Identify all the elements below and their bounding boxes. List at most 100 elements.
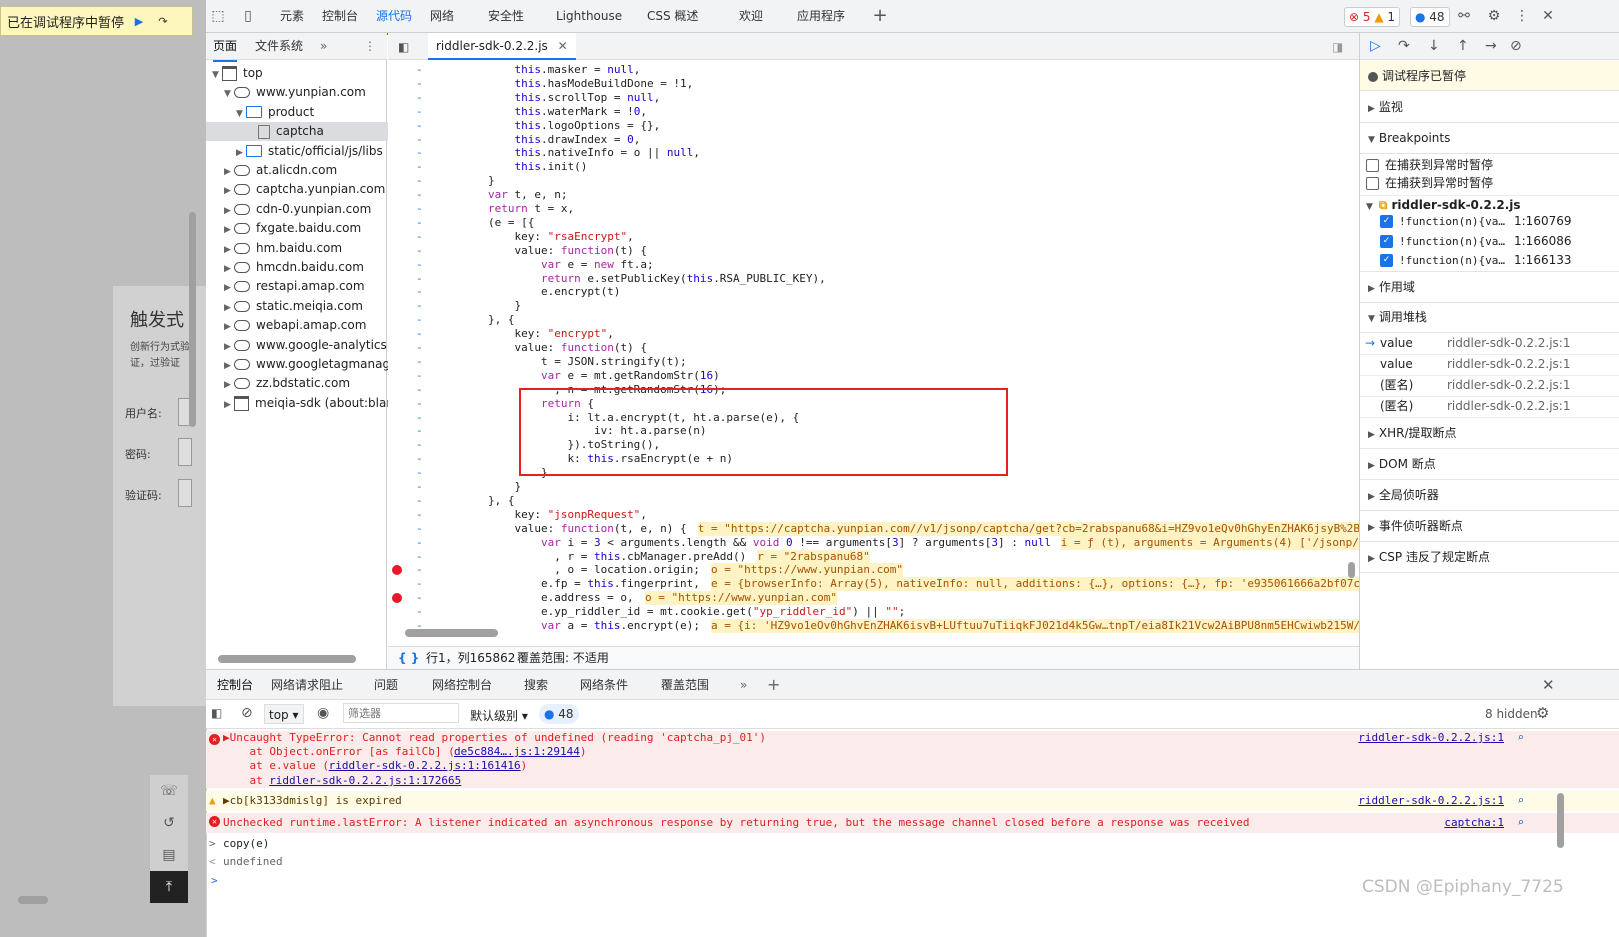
tab-5[interactable]: Lighthouse — [556, 0, 622, 33]
clear-console-icon[interactable]: ⊘ — [241, 705, 253, 721]
caret-down-icon[interactable]: ▼ — [236, 105, 246, 122]
caret-right-icon[interactable]: ▶ — [224, 396, 234, 413]
resume-icon[interactable]: ▶ — [130, 13, 148, 29]
message-count-badge[interactable]: ● 48 — [539, 704, 579, 724]
message-source-link[interactable]: riddler-sdk-0.2.2.js:1 — [1358, 791, 1504, 811]
back-to-top-icon[interactable]: ⤒ — [150, 871, 188, 903]
more-drawer-tabs-icon[interactable]: » — [740, 670, 747, 700]
tab-1[interactable]: 控制台 — [322, 0, 358, 33]
tree-item[interactable]: ▼ top — [206, 64, 393, 83]
section-csp[interactable]: ▶ CSP 违反了规定断点 — [1360, 542, 1619, 573]
callstack-frame[interactable]: value riddler-sdk-0.2.2.js:1 — [1360, 354, 1619, 376]
search-icon[interactable]: ⌕ — [1517, 731, 1524, 745]
tab-pages[interactable]: 页面 — [213, 33, 238, 62]
close-drawer-icon[interactable]: ✕ — [1542, 670, 1555, 700]
source-link[interactable]: riddler-sdk-0.2.2.js:1:172665 — [269, 774, 461, 787]
source-link[interactable]: de5c884….js:1:29144 — [454, 745, 580, 758]
tab-2[interactable]: 源代码 — [376, 0, 413, 35]
caret-right-icon[interactable]: ▶ — [224, 357, 234, 374]
tree-item[interactable]: ▶ www.googletagmanager.com — [206, 355, 405, 374]
tree-item[interactable]: ▶ webapi.amap.com — [206, 316, 405, 335]
eye-icon[interactable]: ◉ — [317, 705, 329, 721]
tree-item[interactable]: ▶ static.meiqia.com — [206, 297, 405, 316]
editor-vscroll[interactable] — [1348, 562, 1355, 578]
section-xhr[interactable]: ▶ XHR/提取断点 — [1360, 418, 1619, 449]
code-editor[interactable]: - this.masker = null, - this.hasModeBuild… — [388, 60, 1359, 646]
caret-right-icon[interactable]: ▶ — [224, 241, 234, 258]
tree-item[interactable]: ▶ www.google-analytics.com — [206, 336, 405, 355]
caret-down-icon[interactable]: ▼ — [224, 85, 234, 102]
search-icon[interactable]: ⌕ — [1517, 813, 1524, 833]
console-message[interactable]: ▲ ▶cb[k3133dmislg] is expired riddler-sdk-… — [206, 791, 1619, 811]
breakpoint-item[interactable]: ✓ !function(n){va… 1:166133 — [1360, 251, 1619, 270]
tab-8[interactable]: 应用程序 — [797, 0, 845, 33]
drawer-tab-1[interactable]: 网络请求阻止 — [271, 670, 343, 700]
kebab-menu-icon[interactable]: ⋮ — [1514, 9, 1530, 23]
tree-item[interactable]: ▶ static/official/js/libs — [206, 142, 417, 161]
console-message[interactable]: > copy(e) — [206, 835, 1619, 853]
message-source-link[interactable]: captcha:1 — [1444, 813, 1504, 833]
pretty-print-icon[interactable]: { } — [398, 647, 419, 669]
checkbox[interactable] — [1366, 177, 1379, 190]
breakpoint-marker[interactable] — [392, 593, 402, 604]
section-watch[interactable]: ▶ 监视 — [1360, 92, 1619, 123]
editor-hscroll[interactable] — [405, 629, 498, 637]
more-tabs-icon[interactable]: + — [872, 7, 888, 25]
breakpoint-marker[interactable] — [392, 565, 402, 576]
page-scrollbar[interactable] — [189, 212, 196, 427]
breakpoint-item[interactable]: ✓ !function(n){va… 1:160769 — [1360, 212, 1619, 231]
tab-filesystem[interactable]: 文件系统 — [255, 33, 303, 60]
captcha-field[interactable] — [178, 479, 192, 507]
drawer-tab-5[interactable]: 网络条件 — [580, 670, 628, 700]
add-tab-icon[interactable]: + — [767, 670, 780, 700]
callstack-frame[interactable]: (匿名) riddler-sdk-0.2.2.js:1 — [1360, 375, 1619, 397]
console-message[interactable]: < undefined — [206, 853, 1619, 871]
connect-icon[interactable]: ⚯ — [1456, 9, 1472, 23]
console-message[interactable]: ✕ ▶Uncaught TypeError: Cannot read proper… — [206, 731, 1619, 745]
tab-file[interactable]: riddler-sdk-0.2.2.js ✕ — [428, 33, 576, 60]
checkbox[interactable] — [1366, 159, 1379, 172]
error-badge[interactable]: ⊗ 5 ▲ 1 — [1344, 7, 1401, 27]
pause-on-caught[interactable]: 在捕获到异常时暂停 — [1360, 156, 1619, 175]
step-out-icon[interactable]: ↑ — [1457, 38, 1469, 54]
support-icon[interactable]: ↺ — [150, 807, 188, 839]
step-over-icon[interactable]: ↷ — [154, 13, 172, 29]
drawer-tab-2[interactable]: 问题 — [374, 670, 398, 700]
checkbox[interactable]: ✓ — [1380, 234, 1393, 248]
console-message[interactable]: at Object.onError [as failCb] (de5c884….… — [206, 745, 1619, 759]
step-over-icon[interactable]: ↷ — [1398, 38, 1410, 54]
caret-right-icon[interactable]: ▶ — [236, 144, 246, 161]
console-vscroll[interactable] — [1557, 793, 1564, 848]
toggle-navigator-icon[interactable]: ◧ — [398, 40, 409, 54]
gear-icon[interactable]: ⚙ — [1486, 9, 1502, 23]
checkbox[interactable]: ✓ — [1380, 215, 1393, 228]
toggle-debugger-icon[interactable]: ◨ — [1332, 40, 1343, 54]
console-message[interactable]: ✕ Unchecked runtime.lastError: A listener… — [206, 813, 1619, 833]
nav-menu-icon[interactable]: ⋮ — [364, 33, 376, 60]
tab-0[interactable]: 元素 — [280, 0, 304, 33]
console-message[interactable]: at riddler-sdk-0.2.2.js:1:172665 — [206, 773, 1619, 788]
context-select[interactable]: top ▾ — [264, 704, 304, 724]
pause-on-uncaught[interactable]: 在捕获到异常时暂停 — [1360, 174, 1619, 193]
breakpoint-item[interactable]: ✓ !function(n){va… 1:166086 — [1360, 232, 1619, 251]
caret-right-icon[interactable]: ▶ — [224, 260, 234, 277]
tree-item[interactable]: ▼ www.yunpian.com — [206, 83, 405, 102]
caret-down-icon[interactable]: ▼ — [212, 66, 222, 83]
tree-item[interactable]: ▶ meiqia-sdk (about:blank) — [206, 394, 405, 413]
caret-right-icon[interactable]: ▶ — [224, 182, 234, 199]
callstack-frame[interactable]: (匿名) riddler-sdk-0.2.2.js:1 — [1360, 396, 1619, 418]
callstack-frame[interactable]: → value riddler-sdk-0.2.2.js:1 — [1360, 333, 1619, 355]
drawer-tab-4[interactable]: 搜索 — [524, 670, 548, 700]
tree-item[interactable]: ▼ product — [206, 103, 417, 122]
tree-item[interactable]: ▶ zz.bdstatic.com — [206, 374, 405, 393]
step-into-icon[interactable]: ↓ — [1428, 38, 1440, 54]
filter-input[interactable] — [343, 703, 459, 723]
tree-item[interactable]: ▶ cdn-0.yunpian.com — [206, 200, 405, 219]
drawer-tab-0[interactable]: 控制台 — [217, 670, 254, 702]
caret-right-icon[interactable]: ▶ — [224, 376, 234, 393]
tree-item[interactable]: ▶ hm.baidu.com — [206, 239, 405, 258]
caret-right-icon[interactable]: ▶ — [224, 279, 234, 296]
caret-right-icon[interactable]: ▶ — [224, 318, 234, 335]
level-select[interactable]: 默认级别 ▾ — [470, 707, 528, 724]
step-icon[interactable]: → — [1485, 38, 1497, 54]
